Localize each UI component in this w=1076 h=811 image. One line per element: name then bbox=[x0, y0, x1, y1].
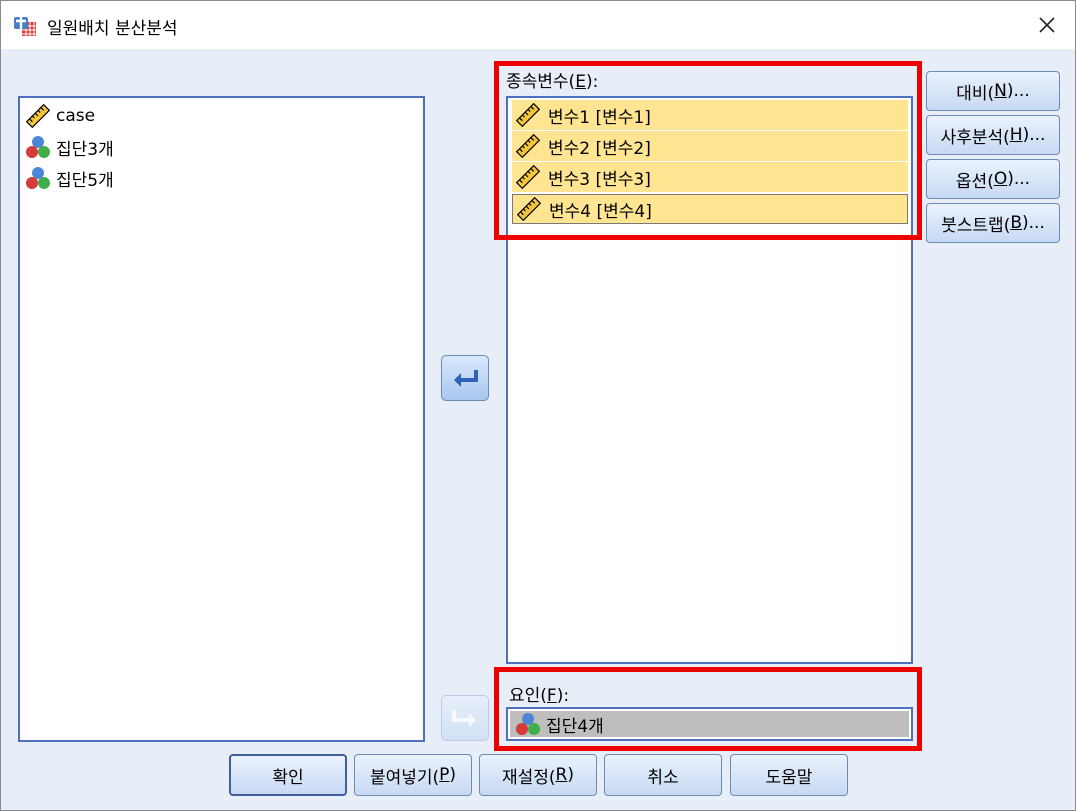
list-item[interactable]: 집단3개 bbox=[26, 133, 114, 161]
move-to-dependent-button[interactable] bbox=[441, 355, 489, 401]
list-item-label: 집단5개 bbox=[56, 170, 114, 191]
list-item[interactable]: 집단5개 bbox=[26, 164, 114, 192]
list-item-label: case bbox=[56, 106, 96, 126]
dependent-highlight-box bbox=[494, 61, 922, 240]
move-to-factor-button[interactable] bbox=[441, 695, 489, 741]
options-button[interactable]: 옵션(O)... bbox=[926, 159, 1060, 199]
nominal-balls-icon bbox=[26, 135, 50, 159]
paste-button[interactable]: 붙여넣기(P) bbox=[354, 754, 472, 796]
help-button[interactable]: 도움말 bbox=[730, 754, 848, 796]
title-bar: 일원배치 분산분석 bbox=[1, 1, 1075, 49]
list-item[interactable]: case bbox=[26, 102, 95, 130]
post-hoc-button[interactable]: 사후분석(H)... bbox=[926, 115, 1060, 155]
factor-highlight-box bbox=[494, 667, 922, 751]
source-variable-list[interactable]: case 집단3개 집단5개 bbox=[18, 96, 425, 742]
arrow-left-icon bbox=[454, 370, 478, 387]
close-button[interactable] bbox=[1027, 7, 1067, 43]
arrow-right-icon bbox=[452, 710, 476, 727]
window-title: 일원배치 분산분석 bbox=[47, 19, 178, 39]
reset-button[interactable]: 재설정(R) bbox=[479, 754, 597, 796]
contrasts-button[interactable]: 대비(N)... bbox=[926, 71, 1060, 111]
ok-button[interactable]: 확인 bbox=[229, 754, 347, 796]
ruler-scale-icon bbox=[26, 104, 50, 128]
nominal-balls-icon bbox=[26, 166, 50, 190]
close-icon bbox=[1039, 17, 1055, 33]
list-item-label: 집단3개 bbox=[56, 139, 114, 160]
cancel-button[interactable]: 취소 bbox=[604, 754, 722, 796]
bootstrap-button[interactable]: 붓스트랩(B)... bbox=[926, 203, 1060, 243]
spss-app-icon bbox=[13, 13, 37, 37]
